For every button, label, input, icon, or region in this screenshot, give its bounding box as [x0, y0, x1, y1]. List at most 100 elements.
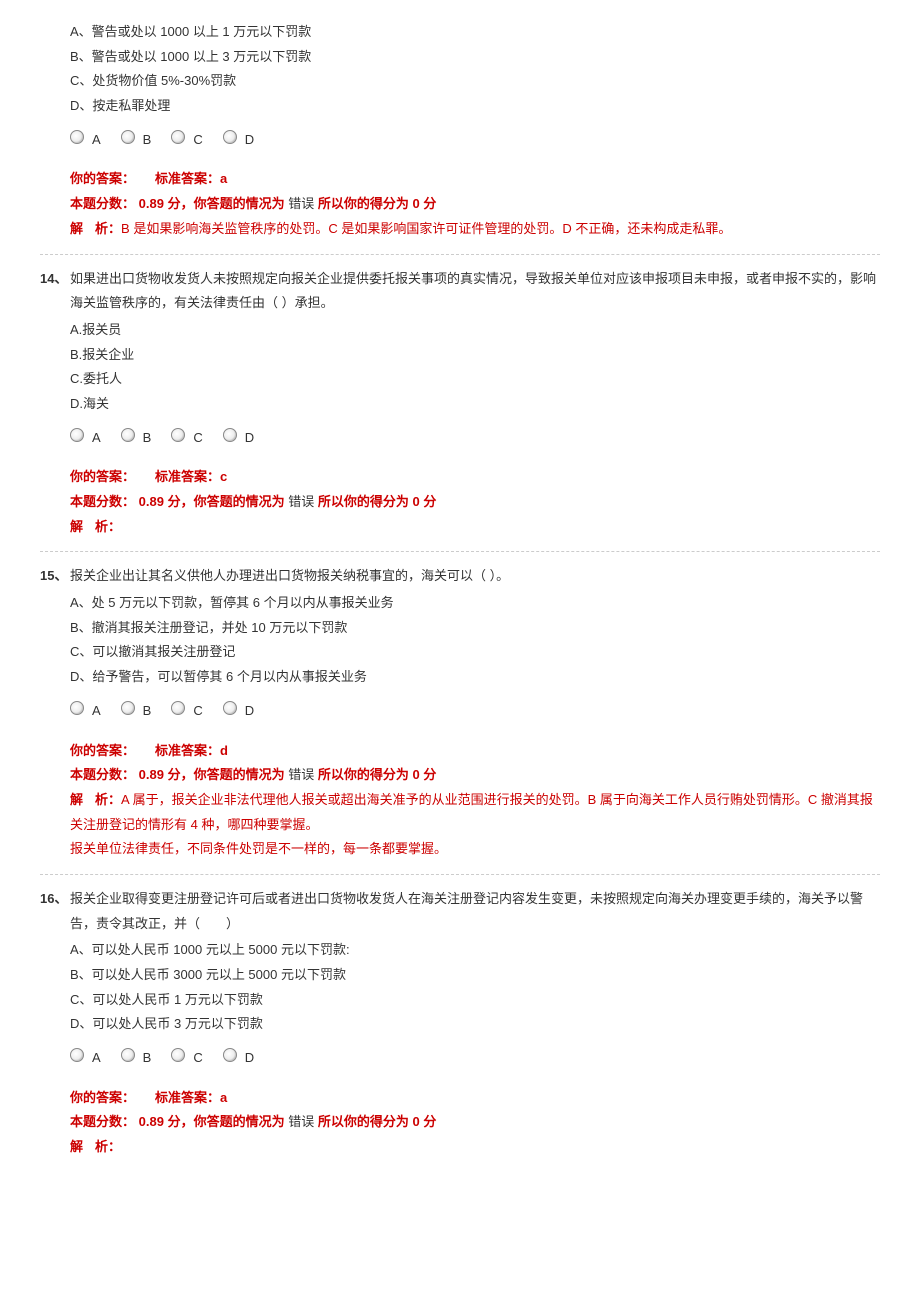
score-prefix: 本题分数：	[70, 767, 135, 782]
question-stem: 报关企业取得变更注册登记许可后或者进出口货物收发货人在海关注册登记内容发生变更，…	[70, 887, 880, 936]
score-suffix: 所以你的得分为	[318, 196, 409, 211]
std-answer-label: 标准答案：	[155, 1090, 220, 1105]
answer-line: 你的答案：标准答案：a	[70, 167, 880, 192]
status: 错误	[288, 494, 314, 509]
analysis-label: 解	[70, 221, 95, 236]
option: B、可以处人民币 3000 元以上 5000 元以下罚款	[70, 963, 880, 988]
question-number: 16、	[40, 887, 70, 1160]
option: D.海关	[70, 392, 880, 417]
option: D、给予警告，可以暂停其 6 个月以内从事报关业务	[70, 665, 880, 690]
question-stem: 报关企业出让其名义供他人办理进出口货物报关纳税事宜的，海关可以（ ）。	[70, 564, 880, 589]
score-prefix: 本题分数：	[70, 1114, 135, 1129]
question-block: A、警告或处以 1000 以上 1 万元以下罚款B、警告或处以 1000 以上 …	[40, 20, 880, 255]
analysis-body: A 属于，报关企业非法代理他人报关或超出海关准予的从业范围进行报关的处罚。B 属…	[70, 792, 873, 856]
radio-button[interactable]	[223, 1048, 237, 1062]
score-unit: 分，你答题的情况为	[164, 196, 285, 211]
score-suffix: 所以你的得分为	[318, 1114, 409, 1129]
question-body: 报关企业取得变更注册登记许可后或者进出口货物收发货人在海关注册登记内容发生变更，…	[70, 887, 880, 1160]
analysis-line: 解析：	[70, 515, 880, 540]
radio-label: B	[143, 1046, 152, 1071]
question-number: 15、	[40, 564, 70, 862]
option: A、警告或处以 1000 以上 1 万元以下罚款	[70, 20, 880, 45]
your-answer-label: 你的答案：	[70, 1090, 135, 1105]
radio-button[interactable]	[70, 428, 84, 442]
score-line: 本题分数： 0.89 分，你答题的情况为 错误 所以你的得分为 0 分	[70, 490, 880, 515]
question-body: 如果进出口货物收发货人未按照规定向报关企业提供委托报关事项的真实情况，导致报关单…	[70, 267, 880, 540]
score-unit2: 分	[423, 767, 436, 782]
question-block: 15、报关企业出让其名义供他人办理进出口货物报关纳税事宜的，海关可以（ ）。A、…	[40, 564, 880, 875]
std-answer-label: 标准答案：	[155, 469, 220, 484]
question-number: 14、	[40, 267, 70, 540]
question-block: 16、报关企业取得变更注册登记许可后或者进出口货物收发货人在海关注册登记内容发生…	[40, 887, 880, 1172]
option: B、撤消其报关注册登记，并处 10 万元以下罚款	[70, 616, 880, 641]
score-prefix: 本题分数：	[70, 494, 135, 509]
std-answer-label: 标准答案：	[155, 743, 220, 758]
radio-button[interactable]	[223, 130, 237, 144]
score-suffix: 所以你的得分为	[318, 767, 409, 782]
answer-line: 你的答案：标准答案：c	[70, 465, 880, 490]
radio-row: ABCD	[70, 423, 880, 448]
score-prefix: 本题分数：	[70, 196, 135, 211]
analysis-label2: 析：	[95, 221, 121, 236]
status: 错误	[288, 196, 314, 211]
radio-label: B	[143, 426, 152, 451]
option: C、处货物价值 5%-30%罚款	[70, 69, 880, 94]
analysis-label2: 析：	[95, 519, 121, 534]
radio-label: C	[193, 1046, 202, 1071]
got-score: 0	[412, 767, 419, 782]
radio-row: ABCD	[70, 696, 880, 721]
got-score: 0	[412, 494, 419, 509]
std-answer-value: d	[220, 743, 228, 758]
radio-label: A	[92, 1046, 101, 1071]
got-score: 0	[412, 196, 419, 211]
status: 错误	[288, 767, 314, 782]
radio-button[interactable]	[121, 701, 135, 715]
score-value: 0.89	[139, 494, 164, 509]
radio-button[interactable]	[121, 1048, 135, 1062]
radio-button[interactable]	[171, 1048, 185, 1062]
radio-button[interactable]	[121, 130, 135, 144]
question-body: A、警告或处以 1000 以上 1 万元以下罚款B、警告或处以 1000 以上 …	[70, 20, 880, 242]
analysis-body: B 是如果影响海关监管秩序的处罚。C 是如果影响国家许可证件管理的处罚。D 不正…	[121, 221, 731, 236]
option: A、可以处人民币 1000 元以上 5000 元以下罚款:	[70, 938, 880, 963]
radio-label: A	[92, 128, 101, 153]
radio-button[interactable]	[70, 1048, 84, 1062]
radio-button[interactable]	[171, 428, 185, 442]
score-unit2: 分	[423, 196, 436, 211]
radio-button[interactable]	[223, 701, 237, 715]
radio-button[interactable]	[70, 701, 84, 715]
radio-button[interactable]	[171, 130, 185, 144]
answer-line: 你的答案： 标准答案：d	[70, 739, 880, 764]
analysis-label: 解	[70, 519, 95, 534]
radio-label: D	[245, 426, 254, 451]
radio-label: B	[143, 128, 152, 153]
option: C.委托人	[70, 367, 880, 392]
std-answer-value: a	[220, 1090, 227, 1105]
radio-label: A	[92, 699, 101, 724]
your-answer-label: 你的答案：	[70, 171, 135, 186]
score-line: 本题分数： 0.89 分，你答题的情况为 错误 所以你的得分为 0 分	[70, 192, 880, 217]
option: B、警告或处以 1000 以上 3 万元以下罚款	[70, 45, 880, 70]
radio-label: D	[245, 128, 254, 153]
score-unit2: 分	[423, 1114, 436, 1129]
option: B.报关企业	[70, 343, 880, 368]
radio-label: C	[193, 128, 202, 153]
question-body: 报关企业出让其名义供他人办理进出口货物报关纳税事宜的，海关可以（ ）。A、处 5…	[70, 564, 880, 862]
option: D、按走私罪处理	[70, 94, 880, 119]
radio-button[interactable]	[121, 428, 135, 442]
analysis-line: 解析：A 属于，报关企业非法代理他人报关或超出海关准予的从业范围进行报关的处罚。…	[70, 788, 880, 862]
score-suffix: 所以你的得分为	[318, 494, 409, 509]
score-value: 0.89	[139, 1114, 164, 1129]
radio-button[interactable]	[223, 428, 237, 442]
option: C、可以撤消其报关注册登记	[70, 640, 880, 665]
radio-row: A B C D	[70, 125, 880, 150]
score-value: 0.89	[139, 196, 164, 211]
score-unit2: 分	[423, 494, 436, 509]
status: 错误	[288, 1114, 314, 1129]
analysis-label: 解	[70, 792, 95, 807]
radio-button[interactable]	[70, 130, 84, 144]
radio-button[interactable]	[171, 701, 185, 715]
std-answer-label: 标准答案：	[155, 171, 220, 186]
your-answer-label: 你的答案：	[70, 743, 135, 758]
radio-row: ABCD	[70, 1043, 880, 1068]
